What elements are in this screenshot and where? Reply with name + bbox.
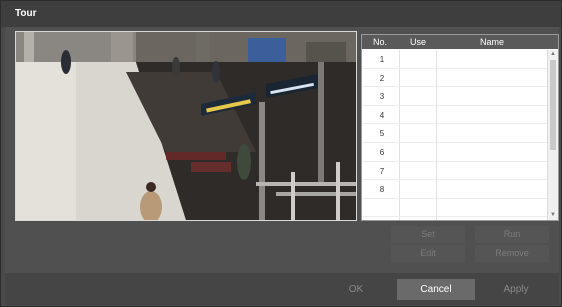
row-number: 8 [379, 185, 385, 195]
table-row[interactable]: 8 [362, 180, 548, 199]
table-row[interactable]: 2 [362, 69, 548, 88]
scrollbar-thumb[interactable] [550, 60, 556, 150]
table-row[interactable]: 6 [362, 143, 548, 162]
cancel-button[interactable]: Cancel [397, 279, 475, 300]
table-row[interactable]: 7 [362, 162, 548, 181]
row-number: 6 [379, 147, 385, 157]
column-header-name: Name [480, 37, 505, 47]
set-button[interactable]: Set [391, 226, 465, 243]
row-number: 4 [379, 110, 385, 120]
row-number: 7 [379, 166, 385, 176]
title-bar: Tour [1, 1, 561, 27]
row-number: 2 [379, 73, 385, 83]
edit-button[interactable]: Edit [391, 245, 465, 262]
ok-button[interactable]: OK [317, 279, 395, 300]
column-header-use: Use [410, 37, 427, 47]
chevron-up-icon[interactable]: ▲ [548, 50, 558, 59]
table-row[interactable] [362, 199, 548, 218]
table-scrollbar[interactable]: ▲ ▼ [547, 50, 558, 220]
row-number: 3 [379, 92, 385, 102]
dialog-footer: OK Cancel Apply [5, 273, 559, 305]
column-header-no: No. [373, 37, 388, 47]
apply-button[interactable]: Apply [477, 279, 555, 300]
table-row[interactable]: 1 [362, 50, 548, 69]
tour-dialog: Tour No. Use Name 1 2 3 4 5 6 7 8 ▲ ▼ Se… [0, 0, 562, 307]
camera-image [16, 32, 356, 220]
camera-preview [15, 31, 357, 221]
tour-table: No. Use Name 1 2 3 4 5 6 7 8 ▲ ▼ [361, 34, 559, 221]
row-number: 5 [379, 129, 385, 139]
table-row[interactable]: 3 [362, 87, 548, 106]
run-button[interactable]: Run [475, 226, 549, 243]
table-row[interactable]: 4 [362, 106, 548, 125]
dialog-title: Tour [15, 8, 37, 19]
table-body: 1 2 3 4 5 6 7 8 [362, 50, 548, 218]
row-number: 1 [379, 55, 385, 64]
remove-button[interactable]: Remove [475, 245, 549, 262]
table-row[interactable]: 5 [362, 124, 548, 143]
table-header: No. Use Name [362, 35, 558, 49]
chevron-down-icon[interactable]: ▼ [548, 211, 558, 220]
